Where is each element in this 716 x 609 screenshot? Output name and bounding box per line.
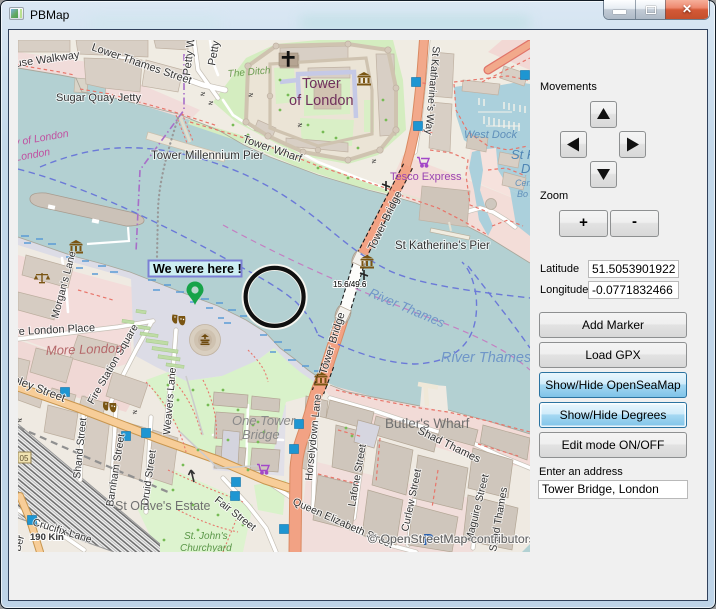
svg-text:Sugar Quay Jetty: Sugar Quay Jetty bbox=[56, 92, 141, 104]
svg-text:One Tower: One Tower bbox=[232, 413, 296, 428]
svg-text:05: 05 bbox=[20, 454, 29, 463]
svg-text:15.6/49.6: 15.6/49.6 bbox=[333, 280, 367, 289]
svg-text:West Dock: West Dock bbox=[464, 129, 517, 141]
svg-text:Bridge: Bridge bbox=[242, 427, 280, 442]
svg-text:Bo: Bo bbox=[517, 189, 528, 199]
svg-text:St Katherine's Pier: St Katherine's Pier bbox=[395, 240, 490, 252]
svg-text:We were here !: We were here ! bbox=[153, 262, 242, 276]
svg-text:Do: Do bbox=[521, 161, 530, 176]
svg-text:© OpenStreetMap contributors: © OpenStreetMap contributors bbox=[368, 532, 530, 546]
svg-text:Butler's Wharf: Butler's Wharf bbox=[385, 416, 470, 431]
svg-text:Cen: Cen bbox=[515, 178, 530, 188]
svg-text:River Thames: River Thames bbox=[441, 350, 530, 366]
svg-text:Tesco Express: Tesco Express bbox=[390, 171, 462, 183]
svg-text:Tower: Tower bbox=[302, 76, 341, 92]
svg-text:St Olave's Estate: St Olave's Estate bbox=[115, 499, 211, 513]
svg-text:Tower Millennium Pier: Tower Millennium Pier bbox=[151, 150, 264, 162]
svg-text:St Ka: St Ka bbox=[511, 147, 530, 162]
svg-text:St. John's: St. John's bbox=[184, 531, 228, 542]
svg-text:190 Kin: 190 Kin bbox=[30, 532, 64, 543]
svg-text:Churchyard: Churchyard bbox=[180, 543, 232, 552]
svg-text:of London: of London bbox=[289, 93, 354, 109]
svg-text:More London: More London bbox=[46, 340, 123, 358]
